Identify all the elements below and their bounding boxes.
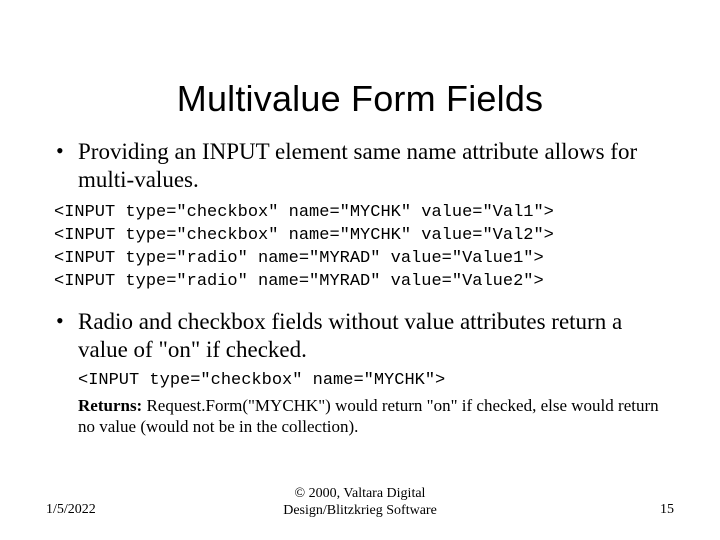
returns-label: Returns: [78,396,142,415]
bullet-item: Providing an INPUT element same name att… [54,138,666,194]
slide-title: Multivalue Form Fields [0,0,720,120]
returns-note: Returns: Request.Form("MYCHK") would ret… [78,395,666,438]
returns-text: Request.Form("MYCHK") would return "on" … [78,396,659,436]
bullet-item: Radio and checkbox fields without value … [54,308,666,364]
bullet-list: Providing an INPUT element same name att… [54,138,666,194]
code-block-2: <INPUT type="checkbox" name="MYCHK"> [78,370,666,393]
slide: Multivalue Form Fields Providing an INPU… [0,0,720,540]
footer-page-number: 15 [660,502,674,518]
bullet-list: Radio and checkbox fields without value … [54,308,666,364]
slide-body: Providing an INPUT element same name att… [0,120,720,437]
footer-center: © 2000, Valtara DigitalDesign/Blitzkrieg… [0,486,720,520]
code-block-1: <INPUT type="checkbox" name="MYCHK" valu… [54,202,666,294]
